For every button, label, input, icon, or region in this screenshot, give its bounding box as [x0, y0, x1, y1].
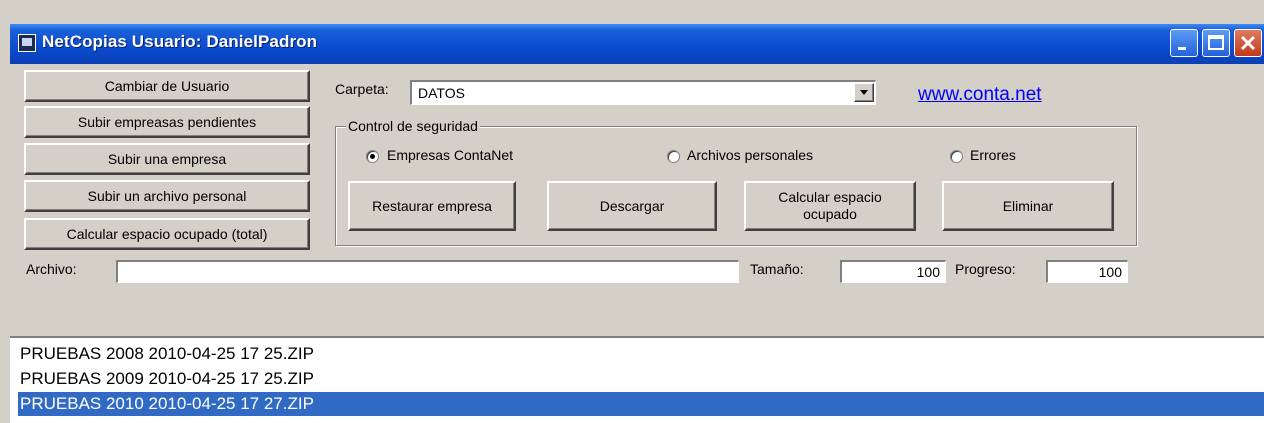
app-icon [18, 34, 36, 52]
folder-value: DATOS [418, 85, 465, 101]
upload-pending-label: Subir empreasas pendientes [77, 113, 257, 130]
radio-personal-files-label[interactable]: Archivos personales [687, 147, 813, 163]
download-label: Descargar [599, 197, 665, 214]
progress-value: 100 [1098, 264, 1122, 280]
chevron-down-icon [860, 89, 868, 95]
security-group-title: Control de seguridad [346, 118, 480, 134]
website-link[interactable]: www.conta.net [918, 84, 1042, 106]
window-title: NetCopias Usuario: DanielPadron [42, 32, 318, 51]
maximize-icon [1208, 35, 1224, 50]
radio-companies-label[interactable]: Empresas ContaNet [387, 147, 513, 163]
file-list[interactable]: PRUEBAS 2008 2010-04-25 17 25.ZIP PRUEBA… [10, 336, 1264, 423]
list-item[interactable]: PRUEBAS 2008 2010-04-25 17 25.ZIP [20, 342, 314, 366]
dropdown-arrow-button[interactable] [854, 83, 874, 102]
upload-company-label: Subir una empresa [107, 150, 227, 167]
restore-company-label: Restaurar empresa [372, 197, 492, 214]
change-user-button[interactable]: Cambiar de Usuario [24, 70, 310, 102]
size-label: Tamaño: [750, 261, 804, 277]
upload-company-button[interactable]: Subir una empresa [24, 143, 310, 175]
title-bar[interactable]: NetCopias Usuario: DanielPadron [10, 24, 1264, 64]
calculate-total-space-button[interactable]: Calcular espacio ocupado (total) [24, 218, 310, 250]
upload-pending-companies-button[interactable]: Subir empreasas pendientes [24, 106, 310, 138]
list-item[interactable]: PRUEBAS 2009 2010-04-25 17 25.ZIP [20, 367, 314, 391]
change-user-label: Cambiar de Usuario [104, 77, 230, 94]
folder-select[interactable]: DATOS [410, 80, 876, 105]
size-value: 100 [916, 264, 940, 280]
progress-field: 100 [1046, 260, 1128, 283]
upload-personal-file-button[interactable]: Subir un archivo personal [24, 180, 310, 212]
minimize-icon [1178, 47, 1186, 50]
delete-label: Eliminar [1002, 197, 1054, 214]
restore-company-button[interactable]: Restaurar empresa [348, 181, 516, 231]
upload-personal-file-label: Subir un archivo personal [87, 187, 247, 204]
app-window: NetCopias Usuario: DanielPadron Cambiar … [0, 0, 1264, 423]
file-field[interactable] [116, 260, 739, 283]
main-panel: Cambiar de Usuario Subir empreasas pendi… [10, 64, 1264, 336]
download-button[interactable]: Descargar [547, 181, 717, 231]
minimize-button[interactable] [1170, 29, 1198, 57]
radio-errors[interactable] [950, 150, 963, 163]
calculate-total-space-label: Calcular espacio ocupado (total) [66, 225, 268, 242]
close-button[interactable] [1234, 29, 1262, 57]
radio-personal-files[interactable] [667, 150, 680, 163]
delete-button[interactable]: Eliminar [942, 181, 1114, 231]
calculate-space-label: Calcular espacio ocupado [778, 189, 882, 222]
radio-errors-label[interactable]: Errores [970, 147, 1016, 163]
file-label: Archivo: [26, 261, 77, 277]
folder-label: Carpeta: [335, 81, 389, 97]
close-icon [1240, 35, 1256, 51]
radio-companies[interactable] [366, 150, 379, 163]
calculate-space-button[interactable]: Calcular espacio ocupado [744, 181, 916, 231]
list-item-selected[interactable]: PRUEBAS 2010 2010-04-25 17 27.ZIP [18, 392, 1264, 416]
maximize-button[interactable] [1202, 29, 1230, 57]
size-field: 100 [840, 260, 946, 283]
progress-label: Progreso: [955, 261, 1016, 277]
